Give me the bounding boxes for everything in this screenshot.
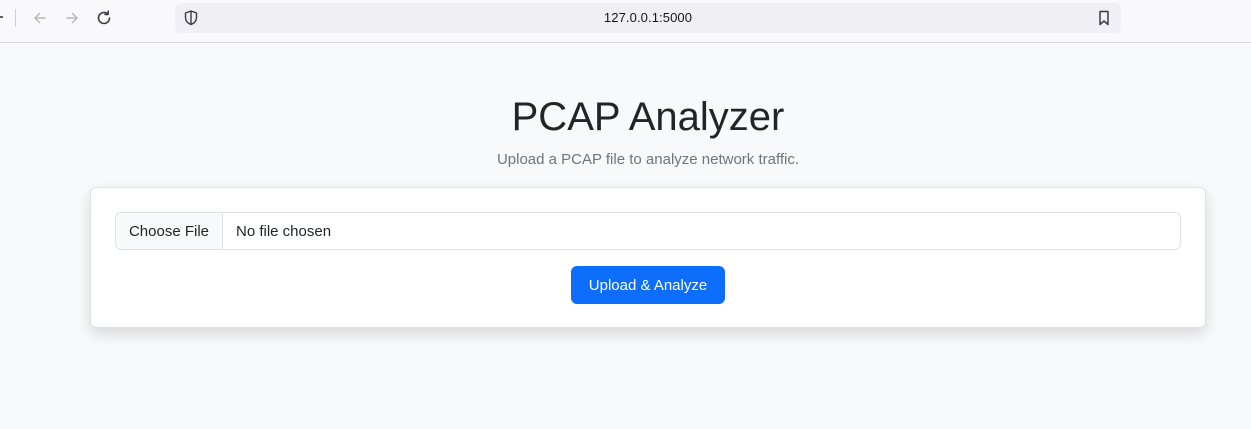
choose-file-button[interactable]: Choose File xyxy=(116,213,223,249)
address-bar[interactable]: 127.0.0.1:5000 xyxy=(175,3,1121,33)
upload-analyze-button[interactable]: Upload & Analyze xyxy=(571,266,725,304)
arrow-left-icon xyxy=(34,12,46,24)
page-title: PCAP Analyzer xyxy=(511,95,785,139)
forward-button[interactable] xyxy=(60,6,84,30)
page-subtitle: Upload a PCAP file to analyze network tr… xyxy=(496,151,800,168)
reload-button[interactable] xyxy=(92,6,116,30)
bookmark-icon[interactable] xyxy=(1095,9,1113,27)
file-status-text: No file chosen xyxy=(236,222,332,240)
url-text[interactable]: 127.0.0.1:5000 xyxy=(175,10,1121,25)
toolbar-separator xyxy=(15,9,16,27)
edge-fragment xyxy=(0,16,3,18)
back-button[interactable] xyxy=(28,6,52,30)
upload-card: Choose File No file chosen Upload & Anal… xyxy=(90,187,1206,328)
file-input[interactable]: Choose File No file chosen xyxy=(115,212,1181,250)
arrow-right-icon xyxy=(66,12,78,24)
reload-icon xyxy=(97,10,111,25)
browser-toolbar: 127.0.0.1:5000 xyxy=(0,0,1251,43)
